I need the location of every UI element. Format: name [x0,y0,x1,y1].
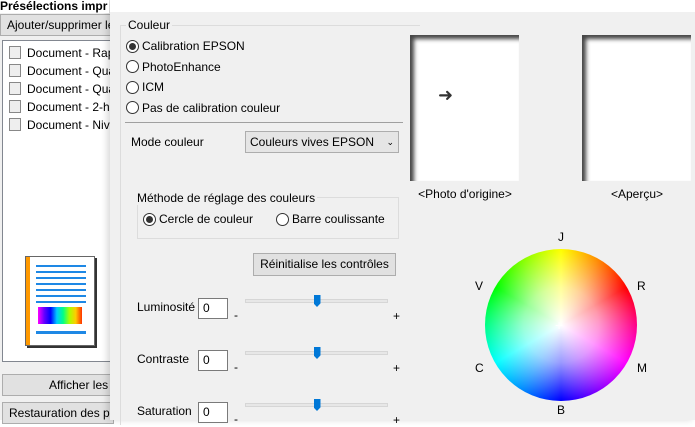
preset-item[interactable]: Document - Quali [9,64,120,78]
slider-minus: - [234,308,238,322]
wheel-label-magenta: M [637,361,647,375]
divider [125,122,403,123]
radio-icon [126,60,139,73]
radio-icon [276,212,289,226]
crosshair-icon: + [555,317,564,333]
slider-plus: + [393,361,401,375]
document-icon [9,46,21,59]
radio-icon [143,212,156,226]
preset-label: Document - Quali [27,64,121,78]
color-settings-dialog: Couleur Calibration EPSON PhotoEnhance ICM… [110,0,695,427]
color-group-title: Couleur [126,18,173,32]
presets-list[interactable]: Document - Rapic Document - Quali Document… [2,40,130,362]
document-icon [9,82,21,95]
color-option-radio[interactable]: Pas de calibration couleur [126,101,280,115]
original-photo-preview [410,35,519,181]
preset-item[interactable]: Document - 2-hau [9,100,123,114]
restore-button[interactable]: Restauration des para [2,402,114,424]
preset-label: Document - Rapic [27,46,124,60]
preset-item[interactable]: Document - Quali [9,82,120,96]
reset-controls-button[interactable]: Réinitialise les contrôles [253,253,396,276]
preset-label: Document - 2-hau [27,100,124,114]
color-wheel[interactable]: + [485,249,637,401]
show-button[interactable]: Afficher les p [2,374,114,396]
wheel-label-cyan: C [475,361,484,375]
radio-icon [126,101,139,114]
arrow-right-icon: ➜ [438,85,454,105]
wheel-label-green: V [475,279,484,293]
color-option-label: Pas de calibration couleur [142,100,281,115]
document-icon [9,118,21,131]
color-option-label: PhotoEnhance [142,59,221,74]
wheel-label-blue: B [557,403,566,417]
color-mode-value: Couleurs vives EPSON [250,135,375,149]
slider-label: Luminosité [137,300,196,314]
chevron-down-icon: ⌄ [386,137,394,147]
slider-label: Contraste [137,352,190,366]
method-option-label: Barre coulissante [292,212,385,226]
slider-minus: - [234,360,238,374]
color-option-radio[interactable]: PhotoEnhance [126,60,221,74]
slider-plus: + [393,309,401,323]
color-option-label: ICM [142,80,164,94]
background-window: Ajouter/supprimer les Document - Rapic Do… [0,0,130,424]
method-option-radio[interactable]: Cercle de couleur [143,212,253,226]
adjusted-preview [582,35,691,181]
method-group-title: Méthode de réglage des couleurs [135,191,318,205]
slider-value-input[interactable]: 0 [198,350,228,371]
slider-minus: - [234,412,238,426]
layout-preview-thumbnail [25,256,95,346]
preview-label: <Aperçu> [610,187,664,201]
method-option-label: Cercle de couleur [159,212,254,226]
radio-icon [126,80,139,94]
radio-icon [126,39,139,53]
document-icon [9,100,21,113]
color-option-radio[interactable]: ICM [126,80,164,94]
document-icon [9,64,21,77]
wheel-label-yellow: J [558,230,564,244]
original-label: <Photo d'origine> [418,187,512,201]
slider-value-input[interactable]: 0 [198,298,228,319]
wheel-label-red: R [637,279,646,293]
color-option-radio[interactable]: Calibration EPSON [126,39,245,53]
slider-plus: + [393,413,401,427]
add-remove-presets-button[interactable]: Ajouter/supprimer les [0,14,112,36]
preset-label: Document - Quali [27,82,121,96]
preset-item[interactable]: Document - Rapic [9,46,123,60]
color-mode-label: Mode couleur [131,135,204,149]
window-title: Présélections impr [0,0,110,13]
color-option-label: Calibration EPSON [142,39,245,53]
color-mode-select[interactable]: Couleurs vives EPSON ⌄ [245,131,399,153]
method-option-radio[interactable]: Barre coulissante [276,212,385,226]
slider-label: Saturation [137,404,192,418]
